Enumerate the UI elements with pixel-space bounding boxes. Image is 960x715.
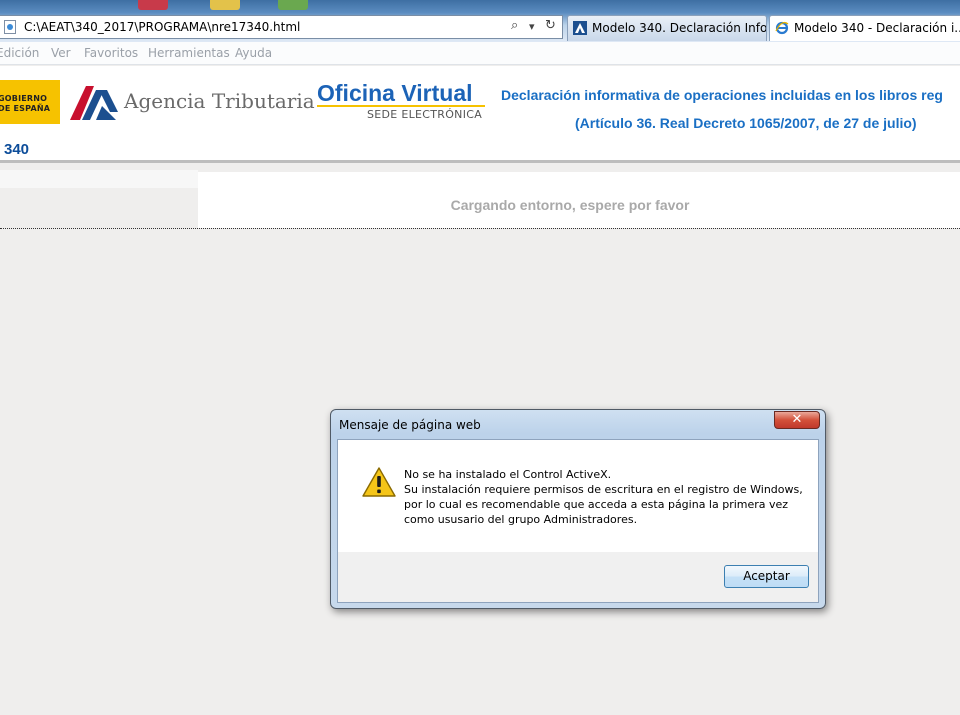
desktop-icons-strip [0,0,960,12]
dialog-body: No se ha instalado el Control ActiveX. S… [337,439,819,603]
tab-modelo-340-declaracion[interactable]: Modelo 340 - Declaración i... [769,15,960,41]
menu-item-favoritos[interactable]: Favoritos [84,46,138,60]
tab-label: Modelo 340 - Declaración i... [794,21,960,35]
loading-message: Cargando entorno, espere por favor [450,197,690,213]
chevron-down-icon[interactable]: ▾ [529,20,535,33]
agency-banner: Agencia Tributaria Oficina Virtual SEDE … [60,80,488,124]
gobierno-logo: GOBIERNO DE ESPAÑA [0,80,60,124]
tab-modelo-340-info[interactable]: Modelo 340. Declaración Infor... [567,15,767,41]
dialog-title: Mensaje de página web [339,418,481,432]
agency-name: Agencia Tributaria [124,89,315,113]
aeat-logo-icon [70,86,118,120]
address-text[interactable]: C:\AEAT\340_2017\PROGRAMA\nre17340.html [24,20,300,34]
warning-icon [362,467,396,497]
ie-icon [775,21,789,35]
page-icon [4,20,16,34]
desktop-icon [278,0,308,10]
menu-item-ayuda[interactable]: Ayuda [235,46,272,60]
accept-button[interactable]: Aceptar [724,565,809,588]
dialog-message-area: No se ha instalado el Control ActiveX. S… [338,440,818,552]
dialog-message: No se ha instalado el Control ActiveX. S… [404,467,803,527]
refresh-icon[interactable]: ↻ [545,18,556,33]
sede-electronica-label: SEDE ELECTRÓNICA [367,108,483,121]
address-bar[interactable]: C:\AEAT\340_2017\PROGRAMA\nre17340.html … [0,15,563,39]
message-line: como ususario del grupo Administradores. [404,513,638,526]
desktop-icon [210,0,240,10]
dotted-divider [0,228,960,229]
declaration-title: Declaración informativa de operaciones i… [501,87,943,103]
menu-item-edicion[interactable]: Edición [0,46,39,60]
web-message-dialog: Mensaje de página web ✕ No se ha instala… [330,409,826,609]
message-line: por lo cual es recomendable que acceda a… [404,498,789,511]
oficina-virtual-underline [317,105,485,107]
search-icon[interactable]: ⌕ [511,18,518,33]
model-number: 340 [4,141,30,158]
header-divider [0,160,960,163]
aeat-logo-icon [573,21,587,35]
message-line: No se ha instalado el Control ActiveX. [404,468,612,481]
left-panel-strip [0,170,198,188]
declaration-subtitle: (Artículo 36. Real Decreto 1065/2007, de… [575,115,917,131]
oficina-virtual-title[interactable]: Oficina Virtual [317,80,473,107]
tab-label: Modelo 340. Declaración Infor... [592,21,767,35]
desktop-icon [138,0,168,10]
gobierno-line1: GOBIERNO [0,94,48,103]
menu-item-herramientas[interactable]: Herramientas [148,46,230,60]
close-button[interactable]: ✕ [774,411,820,429]
message-line: Su instalación requiere permisos de escr… [404,483,803,496]
menu-item-ver[interactable]: Ver [51,46,71,60]
page-header: GOBIERNO DE ESPAÑA Agencia Tributaria Of… [0,66,960,162]
menu-bar: Edición Ver Favoritos Herramientas Ayuda [0,42,960,65]
gobierno-line2: DE ESPAÑA [0,104,51,113]
